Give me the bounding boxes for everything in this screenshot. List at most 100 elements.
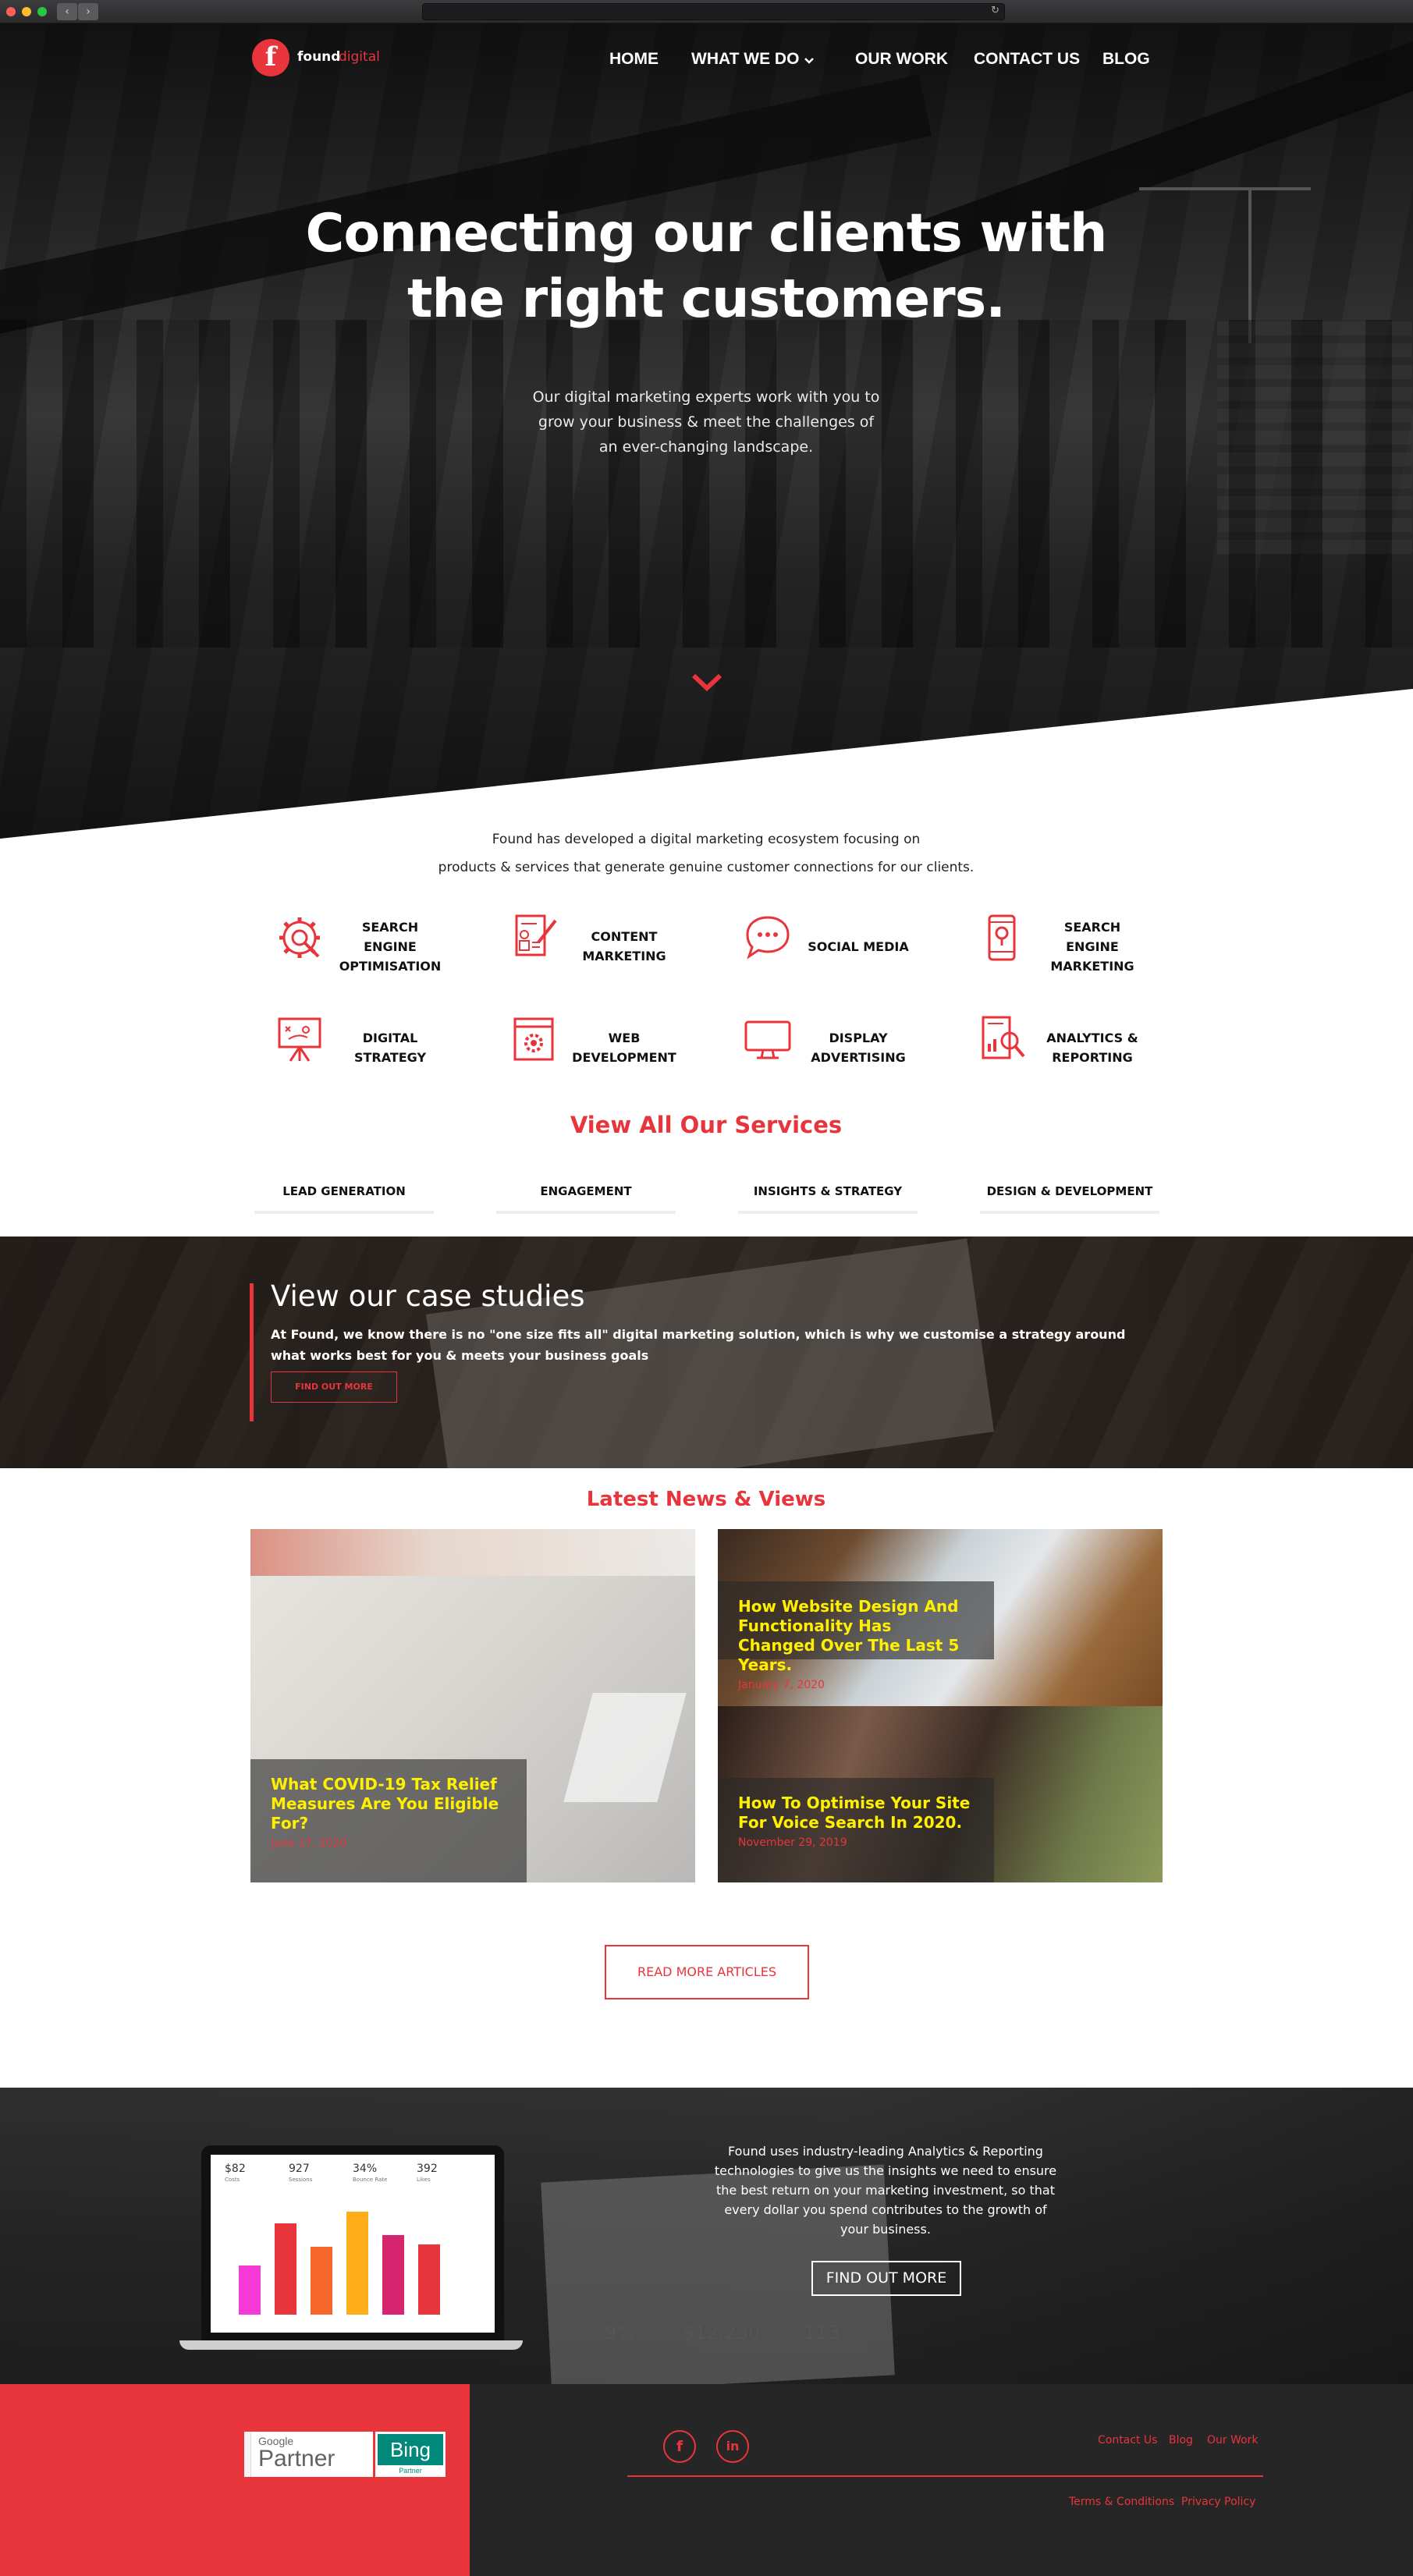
tab-insights-strategy[interactable]: INSIGHTS & STRATEGY: [738, 1184, 918, 1198]
tab-underline: [738, 1211, 918, 1214]
dashboard-bar: [275, 2223, 296, 2315]
tab-lead-generation[interactable]: LEAD GENERATION: [254, 1184, 434, 1198]
background-stat: 113: [804, 2322, 840, 2344]
bing-wordmark: Bing: [378, 2434, 443, 2465]
service-seo[interactable]: SEARCH ENGINE OPTIMISATION: [257, 911, 492, 981]
dashboard-stat-label: Costs: [225, 2177, 240, 2183]
news-article-title[interactable]: How Website Design And Functionality Has…: [738, 1597, 974, 1675]
dashboard-bar: [311, 2247, 332, 2315]
service-social-media[interactable]: SOCIAL MEDIA: [726, 911, 960, 981]
background-stat: 9%: [605, 2322, 635, 2344]
tab-underline: [254, 1211, 434, 1214]
footer-link-terms[interactable]: Terms & Conditions: [1069, 2496, 1174, 2508]
service-label: DISPLAY ADVERTISING: [811, 1031, 906, 1065]
tab-engagement[interactable]: ENGAGEMENT: [496, 1184, 676, 1198]
news-article-date: January 7, 2020: [738, 1679, 825, 1691]
service-web-development[interactable]: WEB DEVELOPMENT: [492, 1013, 726, 1083]
google-partner-badge: PREMIER Google Partner: [237, 2432, 373, 2477]
service-analytics-reporting[interactable]: ANALYTICS & REPORTING: [960, 1013, 1194, 1083]
footer-links-panel: [470, 2384, 1413, 2576]
dashboard-stat-label: Bounce Rate: [353, 2177, 388, 2183]
read-more-articles-button[interactable]: READ MORE ARTICLES: [605, 1945, 809, 1999]
google-partner-label: Partner: [258, 2446, 335, 2471]
chat-bubble-icon: [746, 916, 790, 960]
dashboard-stat-value: 34%: [353, 2163, 378, 2175]
minimize-window-button[interactable]: [22, 7, 31, 16]
nav-what-we-do[interactable]: WHAT WE DO: [691, 50, 799, 69]
hero-title-line-1: Connecting our clients with: [305, 203, 1108, 264]
news-article-date: November 29, 2019: [738, 1836, 847, 1849]
nav-our-work[interactable]: OUR WORK: [855, 50, 948, 69]
back-button[interactable]: ‹: [57, 3, 77, 20]
monitor-icon: [744, 1020, 791, 1059]
footer-link-contact-us[interactable]: Contact Us: [1098, 2434, 1157, 2446]
dashboard-bar: [418, 2244, 440, 2315]
case-studies-title: View our case studies: [271, 1279, 585, 1313]
reload-icon[interactable]: ↻: [991, 5, 999, 16]
footer-partners-panel: [0, 2384, 470, 2576]
maximize-window-button[interactable]: [37, 7, 47, 16]
nav-home[interactable]: HOME: [609, 50, 659, 69]
intro-line-1: Found has developed a digital marketing …: [492, 832, 921, 847]
service-label: ANALYTICS & REPORTING: [1046, 1031, 1138, 1065]
footer-link-privacy[interactable]: Privacy Policy: [1181, 2496, 1255, 2508]
google-premier-label: PREMIER: [237, 2441, 244, 2466]
address-bar[interactable]: ↻: [422, 3, 1005, 20]
service-label: DIGITAL STRATEGY: [353, 1031, 427, 1065]
close-window-button[interactable]: [6, 7, 16, 16]
footer-link-our-work[interactable]: Our Work: [1207, 2434, 1259, 2446]
service-label: WEB DEVELOPMENT: [572, 1031, 676, 1065]
footer-link-blog[interactable]: Blog: [1169, 2434, 1193, 2446]
service-label: SEARCH ENGINE MARKETING: [1050, 919, 1134, 974]
news-article-title[interactable]: What COVID-19 Tax Relief Measures Are Yo…: [271, 1775, 506, 1833]
footer-divider: [627, 2475, 1263, 2477]
analytics-find-out-more-button[interactable]: FIND OUT MORE: [811, 2261, 961, 2296]
service-content-marketing[interactable]: CONTENT MARKETING: [492, 911, 726, 981]
bing-partner-badge: Bing Partner: [375, 2432, 446, 2477]
news-article-title[interactable]: How To Optimise Your Site For Voice Sear…: [738, 1794, 974, 1833]
intro-line-2: products & services that generate genuin…: [438, 860, 975, 875]
service-label: CONTENT MARKETING: [582, 929, 666, 963]
nav-contact-us[interactable]: CONTACT US: [974, 50, 1080, 69]
hero-subtitle-line-3: an ever-changing landscape.: [598, 438, 814, 456]
nav-blog[interactable]: BLOG: [1102, 50, 1150, 69]
hero-title: Connecting our clients with the right cu…: [238, 201, 1174, 332]
service-display-advertising[interactable]: DISPLAY ADVERTISING: [726, 1013, 960, 1083]
service-sem[interactable]: SEARCH ENGINE MARKETING: [960, 911, 1194, 981]
tab-design-development[interactable]: DESIGN & DEVELOPMENT: [980, 1184, 1159, 1198]
news-article-date: June 17, 2020: [271, 1837, 347, 1850]
analytics-text: Found uses industry-leading Analytics & …: [714, 2144, 1057, 2237]
news-card[interactable]: How Website Design And Functionality Has…: [718, 1529, 1163, 1706]
news-card[interactable]: What COVID-19 Tax Relief Measures Are Yo…: [250, 1529, 695, 1882]
browser-toolbar: ‹ › ↻: [0, 0, 1413, 23]
scroll-down-chevron-icon[interactable]: [691, 671, 723, 693]
service-digital-strategy[interactable]: DIGITAL STRATEGY: [257, 1013, 492, 1083]
service-label: SOCIAL MEDIA: [808, 939, 909, 954]
hero-subtitle: Our digital marketing experts work with …: [511, 385, 901, 459]
linkedin-icon[interactable]: in: [716, 2430, 749, 2463]
dashboard-stat-label: Sessions: [289, 2177, 313, 2183]
mobile-pin-icon: [988, 914, 1016, 961]
facebook-icon[interactable]: f: [663, 2430, 696, 2463]
document-pen-icon: [515, 914, 557, 956]
dashboard-bar: [346, 2212, 368, 2315]
strategy-board-icon: [278, 1017, 321, 1062]
bing-partner-label: Partner: [399, 2467, 422, 2475]
case-studies-find-out-more-button[interactable]: FIND OUT MORE: [271, 1371, 397, 1403]
news-card[interactable]: How To Optimise Your Site For Voice Sear…: [718, 1706, 1163, 1882]
gear-search-icon: [279, 917, 320, 958]
view-all-services-link[interactable]: View All Our Services: [511, 1112, 901, 1138]
chevron-down-icon[interactable]: [803, 48, 815, 75]
case-studies-accent-bar: [250, 1283, 254, 1421]
hero-subtitle-line-1: Our digital marketing experts work with …: [532, 389, 880, 406]
hero-subtitle-line-2: grow your business & meet the challenges…: [538, 413, 875, 431]
case-studies-text: At Found, we know there is no "one size …: [271, 1327, 1126, 1363]
main-nav: HOME WHAT WE DO OUR WORK CONTACT US BLOG: [0, 50, 1413, 73]
forward-button[interactable]: ›: [78, 3, 98, 20]
service-label: SEARCH ENGINE OPTIMISATION: [339, 919, 442, 974]
tab-underline: [980, 1211, 1159, 1214]
dashboard-stat-label: Likes: [417, 2177, 431, 2183]
news-card-caption: How To Optimise Your Site For Voice Sear…: [718, 1778, 994, 1882]
dashboard-bar-chart: [239, 2212, 440, 2315]
dashboard-stat-value: 927: [289, 2163, 310, 2175]
